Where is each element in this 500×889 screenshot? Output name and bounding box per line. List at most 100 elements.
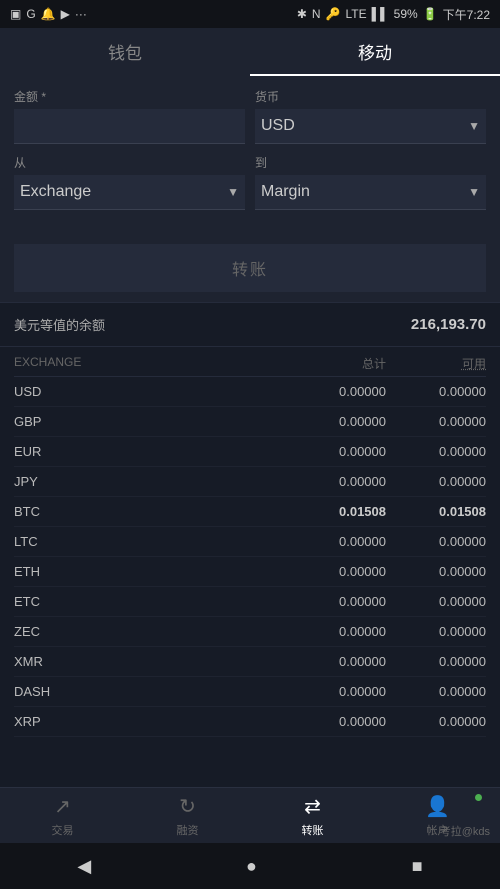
coin-name: ETC: [14, 594, 276, 609]
table-row: DASH 0.00000 0.00000: [14, 677, 486, 707]
coin-total: 0.01508: [276, 504, 386, 519]
coin-name: JPY: [14, 474, 276, 489]
coin-total: 0.00000: [276, 564, 386, 579]
clock: 下午7:22: [443, 6, 490, 23]
from-label: 从: [14, 154, 245, 171]
table-body: USD 0.00000 0.00000 GBP 0.00000 0.00000 …: [14, 377, 486, 737]
coin-available: 0.00000: [386, 714, 486, 729]
trade-icon: ↗: [54, 794, 71, 819]
coin-name: BTC: [14, 504, 276, 519]
from-col: 从 Exchange ▼: [14, 154, 245, 210]
coin-total: 0.00000: [276, 534, 386, 549]
currency-label: 货币: [255, 88, 486, 105]
coin-available: 0.00000: [386, 624, 486, 639]
icon-play: ▶: [61, 7, 70, 21]
table-row: XRP 0.00000 0.00000: [14, 707, 486, 737]
icon-nfc: N: [312, 7, 321, 21]
to-label: 到: [255, 154, 486, 171]
coin-total: 0.00000: [276, 384, 386, 399]
amount-input[interactable]: [14, 109, 245, 144]
funding-label: 融资: [177, 822, 199, 838]
trade-label: 交易: [52, 822, 74, 838]
table-row: JPY 0.00000 0.00000: [14, 467, 486, 497]
nav-item-funding[interactable]: ↻ 融资: [125, 788, 250, 843]
coin-total: 0.00000: [276, 474, 386, 489]
to-col: 到 Margin ▼: [255, 154, 486, 210]
coin-available: 0.00000: [386, 414, 486, 429]
bottom-nav: ↗ 交易 ↻ 融资 ⇄ 转账 👤 帐户: [0, 787, 500, 843]
icon-battery: 🔋: [423, 7, 438, 21]
th-available: 可用: [386, 355, 486, 372]
assets-table: EXCHANGE 总计 可用 USD 0.00000 0.00000 GBP 0…: [0, 347, 500, 796]
transfer-label: 转账: [302, 822, 324, 838]
to-select[interactable]: Margin ▼: [255, 175, 486, 210]
account-dot: [475, 794, 482, 801]
from-value: Exchange: [20, 183, 91, 201]
from-select[interactable]: Exchange ▼: [14, 175, 245, 210]
tab-wallet[interactable]: 钱包: [0, 28, 250, 76]
table-row: ETC 0.00000 0.00000: [14, 587, 486, 617]
status-right-icons: ✱ N 🔑 LTE ▌▌ 59% 🔋 下午7:22: [297, 6, 490, 23]
status-bar: ▣ G 🔔 ▶ ··· ✱ N 🔑 LTE ▌▌ 59% 🔋 下午7:22: [0, 0, 500, 28]
home-button[interactable]: ●: [246, 856, 257, 877]
balance-value: 216,193.70: [411, 316, 486, 333]
coin-name: ETH: [14, 564, 276, 579]
currency-select[interactable]: USD ▼: [255, 109, 486, 144]
to-value: Margin: [261, 183, 310, 201]
table-row: LTC 0.00000 0.00000: [14, 527, 486, 557]
account-icon: 👤: [425, 794, 450, 819]
icon-menu: ▣: [10, 7, 21, 21]
icon-bluetooth: ✱: [297, 7, 307, 21]
tab-move[interactable]: 移动: [250, 28, 500, 76]
coin-available: 0.00000: [386, 444, 486, 459]
icon-dots: ···: [75, 7, 87, 21]
table-row: USD 0.00000 0.00000: [14, 377, 486, 407]
form-row-2: 从 Exchange ▼ 到 Margin ▼: [14, 154, 486, 210]
coin-name: XMR: [14, 654, 276, 669]
coin-available: 0.00000: [386, 384, 486, 399]
status-left-icons: ▣ G 🔔 ▶ ···: [10, 7, 87, 21]
to-arrow-icon: ▼: [468, 185, 480, 199]
th-total: 总计: [276, 355, 386, 372]
coin-available: 0.01508: [386, 504, 486, 519]
transfer-icon: ⇄: [304, 794, 321, 819]
coin-total: 0.00000: [276, 594, 386, 609]
back-button[interactable]: ◀: [77, 856, 91, 877]
table-row: XMR 0.00000 0.00000: [14, 647, 486, 677]
nav-item-transfer[interactable]: ⇄ 转账: [250, 788, 375, 843]
form-row-1: 金额 * 货币 USD ▼: [14, 88, 486, 144]
icon-lte: LTE: [346, 7, 367, 21]
recents-button[interactable]: ■: [412, 856, 423, 877]
transfer-btn-row: 转账: [0, 234, 500, 302]
coin-available: 0.00000: [386, 474, 486, 489]
coin-name: USD: [14, 384, 276, 399]
icon-bell: 🔔: [41, 7, 56, 21]
coin-name: GBP: [14, 414, 276, 429]
funding-icon: ↻: [179, 794, 196, 819]
coin-name: XRP: [14, 714, 276, 729]
table-row: EUR 0.00000 0.00000: [14, 437, 486, 467]
from-arrow-icon: ▼: [227, 185, 239, 199]
coin-total: 0.00000: [276, 714, 386, 729]
coin-available: 0.00000: [386, 684, 486, 699]
coin-available: 0.00000: [386, 534, 486, 549]
th-exchange: EXCHANGE: [14, 355, 276, 372]
currency-value: USD: [261, 117, 295, 135]
coin-name: DASH: [14, 684, 276, 699]
table-row: GBP 0.00000 0.00000: [14, 407, 486, 437]
coin-available: 0.00000: [386, 594, 486, 609]
coin-available: 0.00000: [386, 654, 486, 669]
form-area: 金额 * 货币 USD ▼ 从 Exchange ▼ 到 Margin ▼: [0, 76, 500, 234]
icon-signal: ▌▌: [372, 7, 389, 21]
coin-total: 0.00000: [276, 654, 386, 669]
table-row: ETH 0.00000 0.00000: [14, 557, 486, 587]
tab-bar: 钱包 移动: [0, 28, 500, 76]
coin-name: LTC: [14, 534, 276, 549]
transfer-button[interactable]: 转账: [14, 244, 486, 292]
table-row: ZEC 0.00000 0.00000: [14, 617, 486, 647]
nav-item-trade[interactable]: ↗ 交易: [0, 788, 125, 843]
coin-available: 0.00000: [386, 564, 486, 579]
coin-name: EUR: [14, 444, 276, 459]
table-header: EXCHANGE 总计 可用: [14, 347, 486, 377]
icon-g: G: [26, 7, 35, 21]
